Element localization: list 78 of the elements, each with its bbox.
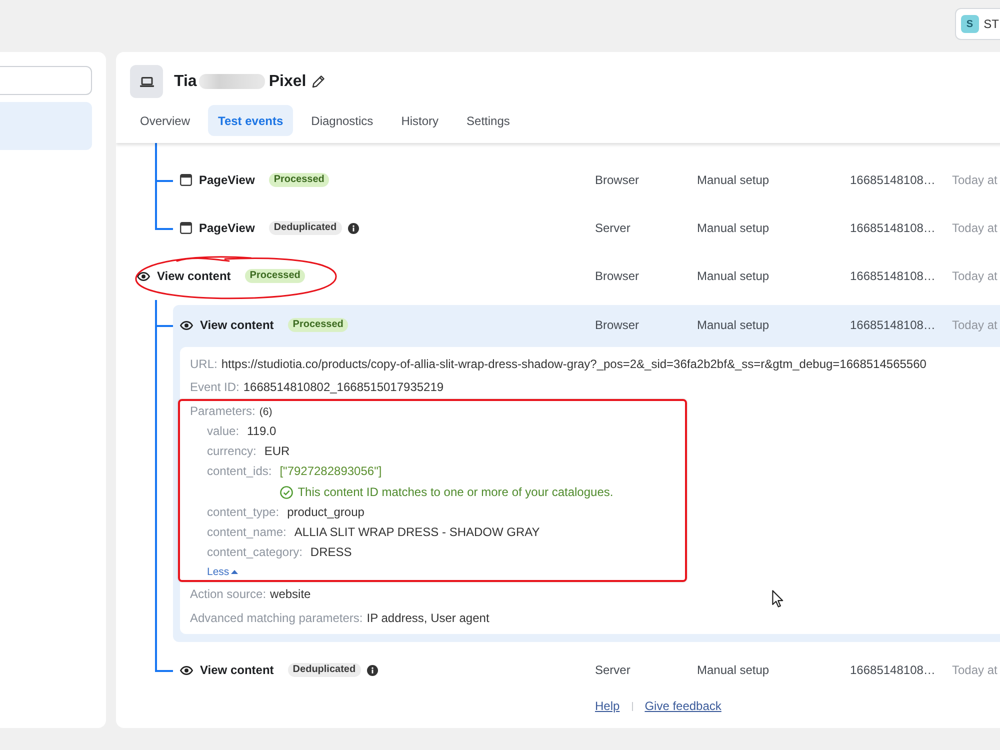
parameter-value: ["7927282893056"] xyxy=(280,463,383,480)
status-badge: Deduplicated xyxy=(288,663,361,677)
time-text: Today at xyxy=(952,173,998,187)
field-value: https://studiotia.co/products/copy-of-allia-slit-wrap-dress-shadow-gray?_pos=2&_sid=36fa2b2bf&_ss=r&gtm_debug=1668514565560 xyxy=(221,357,926,371)
title-text: Pixel xyxy=(268,72,306,92)
event-name: View content xyxy=(157,269,231,283)
match-note: This content ID matches to one or more of your catalogues. xyxy=(298,484,614,501)
search-field[interactable] xyxy=(0,66,92,95)
parameter-key: content_ids: xyxy=(207,461,272,502)
edit-icon[interactable] xyxy=(312,75,326,88)
field-label: URL: xyxy=(190,357,218,371)
eye-icon xyxy=(180,320,193,330)
event-id-text: 16685148108… xyxy=(850,221,936,235)
eye-icon xyxy=(137,272,150,280)
time-text: Today at xyxy=(952,663,998,677)
browser-window-icon xyxy=(180,174,192,186)
field-label: Action source: xyxy=(190,587,266,601)
parameter-value: EUR xyxy=(264,443,290,460)
setup-text: Manual setup xyxy=(697,269,770,283)
title-text: Tia xyxy=(174,72,197,92)
time-text: Today at xyxy=(952,269,998,283)
account-button[interactable]: S ST xyxy=(954,8,1000,40)
source-text: Server xyxy=(595,663,632,677)
tab[interactable]: Settings xyxy=(456,105,520,136)
parameter-value: ALLIA SLIT WRAP DRESS - SHADOW GRAY xyxy=(294,524,540,541)
source-text: Browser xyxy=(595,173,640,187)
field-value: IP address, User agent xyxy=(366,611,490,625)
parameter-key: content_category: xyxy=(207,542,302,562)
parameter-key: currency: xyxy=(207,441,256,461)
status-badge: Processed xyxy=(268,173,330,187)
info-icon[interactable] xyxy=(348,222,359,234)
parameters-label: Parameters: xyxy=(190,404,256,418)
time-text: Today at xyxy=(952,221,998,235)
status-badge: Deduplicated xyxy=(268,221,342,235)
mouse-pointer-icon xyxy=(772,590,784,608)
tab[interactable]: Overview xyxy=(130,105,200,136)
account-avatar: S xyxy=(960,15,979,33)
browser-window-icon xyxy=(180,222,192,234)
event-name: PageView xyxy=(199,173,255,187)
setup-text: Manual setup xyxy=(697,173,770,187)
laptop-icon xyxy=(130,65,163,98)
info-icon[interactable] xyxy=(366,664,378,676)
parameter-key: value: xyxy=(207,421,240,441)
source-text: Browser xyxy=(595,318,640,332)
parameter-value: 119.0 xyxy=(247,423,276,440)
footer-link[interactable]: Give feedback xyxy=(644,699,722,713)
setup-text: Manual setup xyxy=(697,318,770,332)
event-id-text: 16685148108… xyxy=(850,269,936,283)
event-id-text: 16685148108… xyxy=(850,173,936,187)
source-text: Browser xyxy=(595,269,640,283)
status-badge: Processed xyxy=(244,269,306,283)
event-id-text: 16685148108… xyxy=(850,318,936,332)
less-link[interactable]: Less xyxy=(207,564,238,580)
field-label: Advanced matching parameters: xyxy=(190,611,363,625)
source-text: Server xyxy=(595,221,632,235)
status-badge: Processed xyxy=(288,318,348,332)
event-name: View content xyxy=(200,318,274,332)
tab[interactable]: Diagnostics xyxy=(301,105,384,136)
parameter-value: product_group xyxy=(287,504,364,521)
event-name: View content xyxy=(200,663,274,677)
tab[interactable]: History xyxy=(391,105,449,136)
field-value: website xyxy=(270,587,311,601)
parameter-key: content_type: xyxy=(207,502,280,522)
check-circle-icon xyxy=(280,486,293,498)
footer-link[interactable]: Help xyxy=(595,699,620,713)
event-name: PageView xyxy=(199,221,255,235)
caret-up-icon xyxy=(231,570,238,574)
setup-text: Manual setup xyxy=(697,221,770,235)
eye-icon xyxy=(180,666,193,674)
field-label: Event ID: xyxy=(190,380,240,394)
parameters-count: (6) xyxy=(259,406,272,418)
event-id-text: 16685148108… xyxy=(850,663,936,677)
parameter-value: DRESS xyxy=(310,544,352,561)
parameter-key: content_name: xyxy=(207,522,286,542)
time-text: Today at xyxy=(952,318,998,332)
field-value: 1668514810802_1668515017935219 xyxy=(243,380,444,394)
tab[interactable]: Test events xyxy=(208,105,294,136)
setup-text: Manual setup xyxy=(697,663,770,677)
